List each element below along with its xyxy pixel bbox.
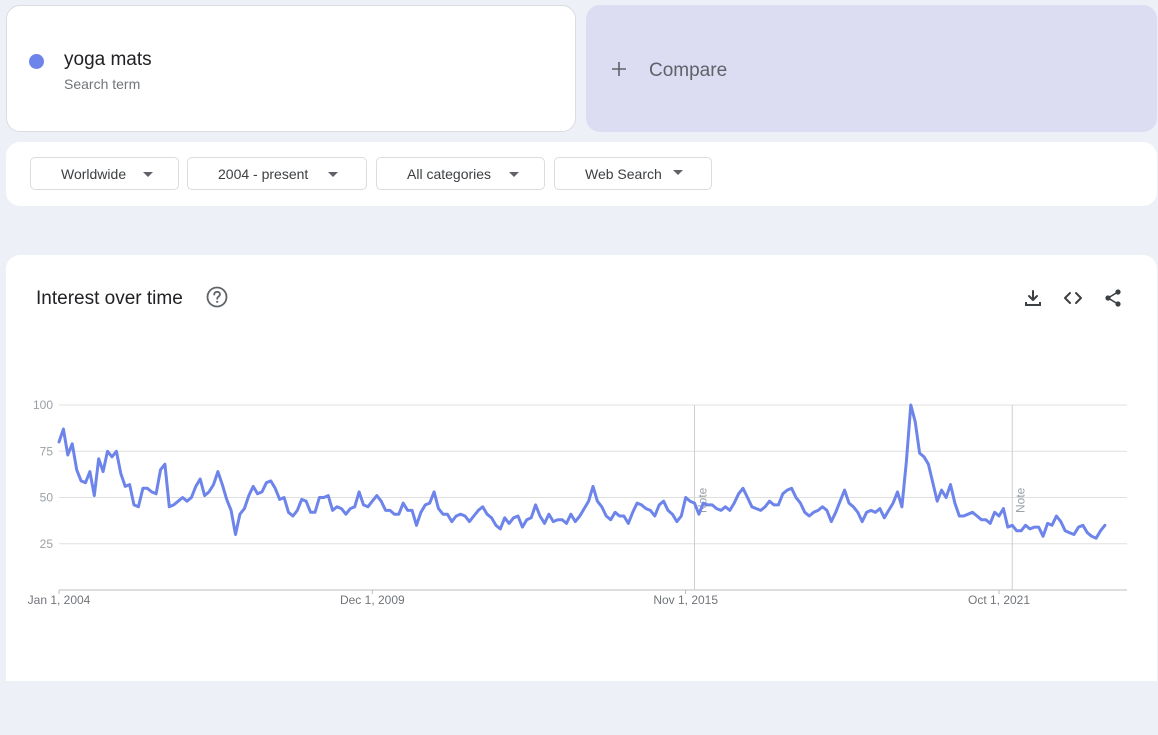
time-range-filter[interactable]: 2004 - present	[187, 157, 367, 190]
search-term-name[interactable]: yoga mats	[64, 49, 152, 71]
interest-line-chart: 25 50 75 100 Jan 1, 2004 Dec 1, 2009 Nov 1, 20…	[28, 398, 1127, 607]
search-property-filter[interactable]: Web Search	[554, 157, 712, 190]
plus-icon	[611, 55, 627, 81]
time-range-filter-label: 2004 - present	[218, 165, 309, 182]
search-term-card[interactable]: yoga mats Search term	[6, 5, 576, 132]
filter-bar: Worldwide 2004 - present All categories …	[6, 142, 1157, 206]
y-tick-label: 50	[40, 491, 54, 505]
series-line	[57, 403, 1107, 540]
category-filter-label: All categories	[407, 165, 492, 182]
x-tick-label: Nov 1, 2015	[653, 593, 718, 607]
search-term-subtitle: Search term	[64, 76, 141, 92]
y-tick-label: 100	[33, 398, 53, 412]
x-tick-label: Oct 1, 2021	[968, 593, 1030, 607]
download-icon[interactable]	[1023, 288, 1043, 308]
search-property-filter-label: Web Search	[585, 165, 662, 182]
compare-label: Compare	[649, 60, 728, 81]
note-label: Note	[1013, 487, 1027, 513]
chevron-down-icon	[509, 172, 519, 177]
compare-button[interactable]: Compare	[586, 5, 1157, 132]
y-tick-label: 25	[40, 537, 54, 551]
series-color-dot	[29, 54, 44, 69]
chart-title: Interest over time	[36, 288, 183, 309]
interest-over-time-card: Interest over time 25 50 75 100 Jan 1, 2004 D…	[6, 255, 1157, 681]
embed-icon[interactable]	[1063, 288, 1083, 308]
chevron-down-icon	[328, 172, 338, 177]
chevron-down-icon	[673, 170, 683, 175]
x-tick-label: Jan 1, 2004	[28, 593, 91, 607]
share-icon[interactable]	[1103, 288, 1123, 308]
chevron-down-icon	[143, 172, 153, 177]
y-tick-label: 75	[40, 444, 54, 458]
help-icon[interactable]	[206, 286, 228, 308]
x-tick-label: Dec 1, 2009	[340, 593, 405, 607]
region-filter-label: Worldwide	[61, 165, 127, 182]
region-filter[interactable]: Worldwide	[30, 157, 179, 190]
category-filter[interactable]: All categories	[376, 157, 545, 190]
